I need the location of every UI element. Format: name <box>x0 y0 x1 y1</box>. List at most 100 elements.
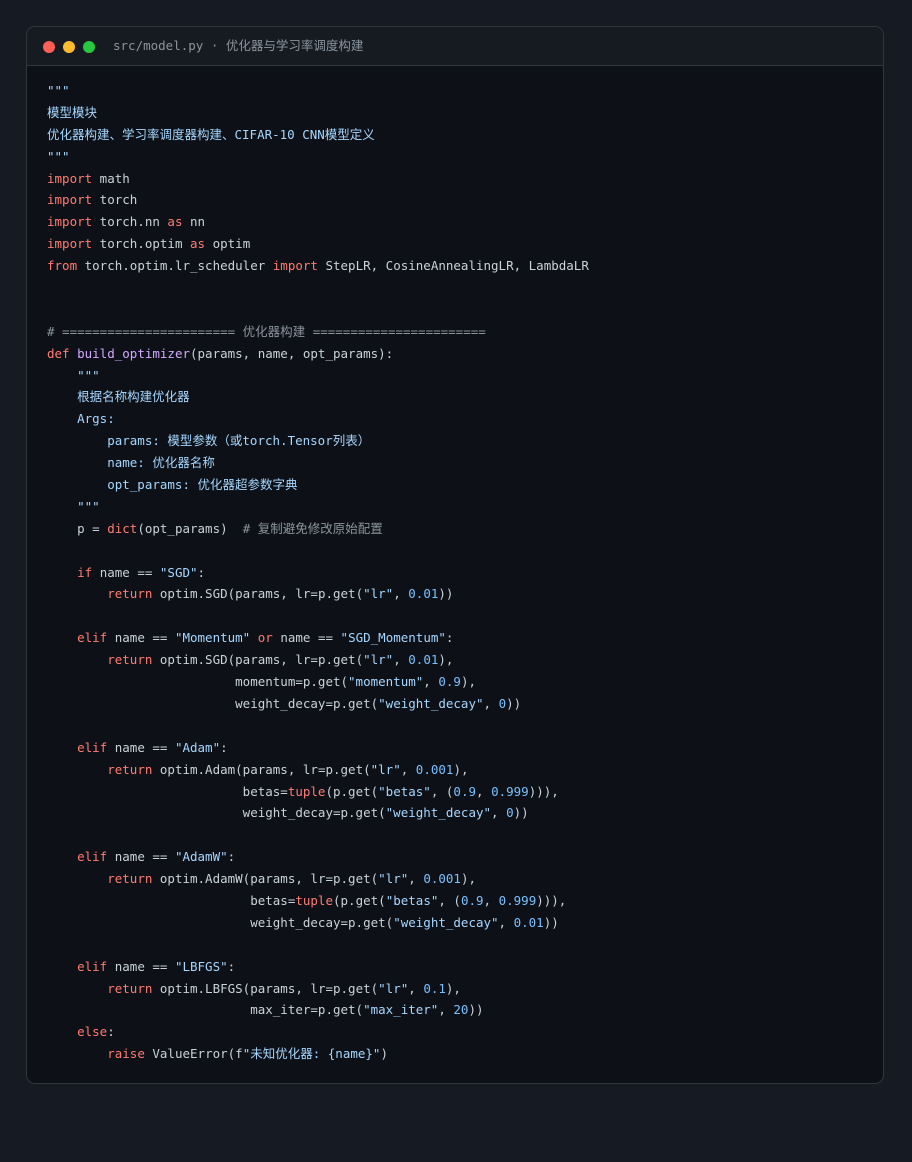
code-token: elif <box>77 630 108 646</box>
code-token: torch.nn <box>92 214 168 230</box>
code-token: # ======================= 优化器构建 ========… <box>47 323 486 339</box>
code-line: 模型模块 <box>47 102 873 124</box>
code-token: "lr" <box>363 586 394 602</box>
code-token: )) <box>543 914 559 930</box>
maximize-window-icon[interactable] <box>83 41 95 53</box>
code-token: , <box>408 980 424 996</box>
code-line: import torch.nn as nn <box>47 211 873 233</box>
code-line: betas=tuple(p.get("betas", (0.9, 0.999))… <box>47 781 873 803</box>
code-token: elif <box>77 849 108 865</box>
code-line: weight_decay=p.get("weight_decay", 0)) <box>47 693 873 715</box>
code-token: 0.01 <box>408 652 439 668</box>
code-token: : <box>227 849 236 865</box>
code-line: def build_optimizer(params, name, opt_pa… <box>47 343 873 365</box>
code-token: (p.get( <box>333 892 386 908</box>
code-token: , <box>491 805 507 821</box>
code-token: "Adam" <box>174 739 221 755</box>
code-token: ), <box>453 761 469 777</box>
code-token: 20 <box>453 1002 469 1018</box>
code-token: weight_decay=p.get( <box>47 805 386 821</box>
code-token: : <box>197 564 206 580</box>
code-token: "betas" <box>385 892 439 908</box>
code-token: 0.01 <box>513 914 544 930</box>
code-line: 优化器构建、学习率调度器构建、CIFAR-10 CNN模型定义 <box>47 124 873 146</box>
code-token: : <box>220 739 228 755</box>
code-token: 0.001 <box>415 761 454 777</box>
code-token: name == <box>107 630 175 646</box>
code-token: betas= <box>47 892 296 908</box>
code-token: return <box>107 586 153 602</box>
code-token: : <box>107 1024 115 1040</box>
code-token: ))), <box>528 783 559 799</box>
code-line: # ======================= 优化器构建 ========… <box>47 321 873 343</box>
code-line: import torch.optim as optim <box>47 233 873 255</box>
code-token: momentum=p.get( <box>47 674 349 690</box>
code-token: "SGD" <box>159 564 198 580</box>
code-line: return optim.Adam(params, lr=p.get("lr",… <box>47 759 873 781</box>
code-token: "AdamW" <box>174 849 228 865</box>
code-token: "lr" <box>378 980 409 996</box>
code-token: return <box>107 652 153 668</box>
code-token: nn <box>182 214 206 230</box>
code-line: momentum=p.get("momentum", 0.9), <box>47 671 873 693</box>
code-token: ), <box>460 871 477 887</box>
code-token: name: 优化器名称 <box>47 455 215 471</box>
code-token: 0.9 <box>460 892 484 908</box>
code-token: "betas" <box>378 783 431 799</box>
code-editor[interactable]: """ 模型模块 优化器构建、学习率调度器构建、CIFAR-10 CNN模型定义 ""… <box>47 80 873 1065</box>
code-token: return <box>107 871 153 887</box>
code-token: ValueError(f <box>144 1046 243 1062</box>
code-line: """ <box>47 80 873 102</box>
code-token: (params, name, opt_params): <box>190 345 394 361</box>
code-token: name == <box>92 564 160 580</box>
code-line: else: <box>47 1021 873 1043</box>
code-token: """ <box>47 83 70 98</box>
code-token: torch.optim <box>92 236 190 252</box>
code-token: name == <box>107 958 175 974</box>
code-token: params: 模型参数（或torch.Tensor列表） <box>47 433 371 449</box>
code-line: return optim.AdamW(params, lr=p.get("lr"… <box>47 868 873 890</box>
code-token: , <box>393 652 409 668</box>
code-line: weight_decay=p.get("weight_decay", 0)) <box>47 802 873 824</box>
minimize-window-icon[interactable] <box>63 41 75 53</box>
code-token: raise <box>107 1046 145 1062</box>
code-token: , <box>438 1002 454 1018</box>
code-token: tuple <box>287 783 326 799</box>
code-token: )) <box>468 1002 484 1018</box>
close-window-icon[interactable] <box>43 41 55 53</box>
code-line: max_iter=p.get("max_iter", 20)) <box>47 999 873 1021</box>
code-token: 0.01 <box>408 586 439 602</box>
code-line: 根据名称构建优化器 <box>47 386 873 408</box>
code-token: 0.9 <box>453 783 476 799</box>
code-line: elif name == "Momentum" or name == "SGD_… <box>47 627 873 649</box>
code-token: max_iter=p.get( <box>47 1002 364 1018</box>
code-token: """ <box>47 498 100 514</box>
code-line: p = dict(opt_params) # 复制避免修改原始配置 <box>47 518 873 540</box>
code-token: or <box>257 630 273 646</box>
code-token: name == <box>107 739 175 755</box>
code-line: return optim.SGD(params, lr=p.get("lr", … <box>47 649 873 671</box>
code-line: """ <box>47 365 873 387</box>
code-line: params: 模型参数（或torch.Tensor列表） <box>47 430 873 452</box>
code-line: """ <box>47 146 873 168</box>
code-token: )) <box>438 586 454 602</box>
code-token: 0.999 <box>491 783 529 799</box>
code-token: import <box>47 236 93 252</box>
code-token: import <box>47 214 93 230</box>
code-token: optim <box>205 236 251 252</box>
code-token: optim.SGD(params, lr=p.get( <box>152 586 364 602</box>
code-window: src/model.py · 优化器与学习率调度构建 """ 模型模块 优化器构建、… <box>26 26 884 1084</box>
code-token: as <box>167 214 183 230</box>
code-token: (opt_params) <box>137 520 243 536</box>
code-token: weight_decay=p.get( <box>47 695 379 711</box>
code-token: ), <box>438 652 454 668</box>
code-token: ))), <box>536 892 567 908</box>
code-line: weight_decay=p.get("weight_decay", 0.01)… <box>47 912 873 934</box>
